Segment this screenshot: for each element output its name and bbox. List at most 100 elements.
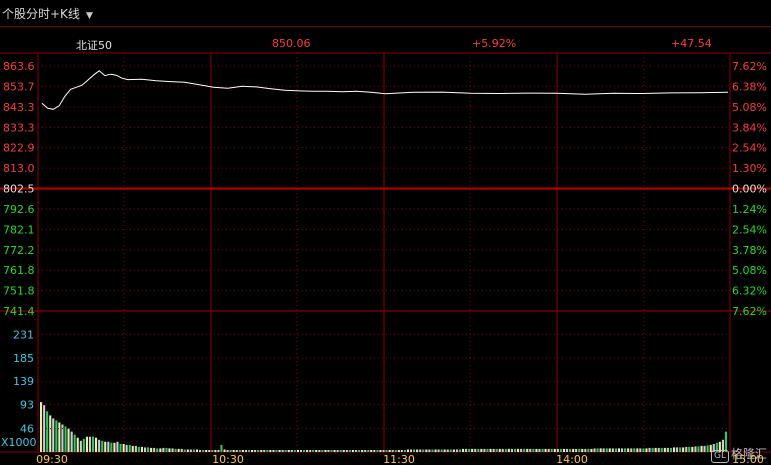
volume-bar — [137, 446, 140, 452]
volume-bar — [306, 450, 309, 452]
volume-bar — [660, 447, 663, 452]
volume-bar — [211, 450, 214, 452]
volume-bar — [195, 449, 198, 452]
volume-bar — [385, 450, 388, 452]
price-tick-label: 833.3 — [3, 121, 35, 134]
volume-bar — [333, 450, 336, 452]
percent-axis-right: 7.62% 6.38% 5.08% 3.84% 2.54% 1.30% 0.00% 1.24%… — [732, 60, 767, 318]
volume-bar — [189, 449, 192, 452]
volume-bar — [462, 448, 465, 452]
volume-bar — [669, 447, 672, 452]
volume-bar — [642, 448, 645, 452]
volume-bar — [575, 448, 578, 452]
volume-bar — [605, 448, 608, 452]
volume-bar — [663, 447, 666, 452]
price-tick-label: 782.1 — [3, 223, 35, 236]
volume-bar — [413, 449, 416, 452]
volume-bar — [43, 405, 46, 452]
volume-bar — [321, 450, 324, 452]
volume-bar — [159, 448, 162, 452]
volume-bar — [529, 448, 532, 452]
volume-bar — [645, 448, 648, 452]
volume-bar — [348, 450, 351, 452]
volume-bar — [706, 445, 709, 452]
volume-bar — [617, 448, 620, 452]
volume-bar — [553, 448, 556, 452]
volume-bar — [367, 450, 370, 452]
volume-bar — [79, 440, 82, 452]
volume-bar — [247, 450, 250, 452]
volume-bar — [324, 450, 327, 452]
time-axis: 09:30 10:30 11:30 14:00 15:00 — [36, 453, 764, 465]
volume-bar — [685, 446, 688, 452]
volume-bar — [244, 450, 247, 452]
volume-bar — [556, 448, 559, 452]
volume-bar — [122, 443, 125, 452]
volume-bar — [223, 449, 226, 452]
volume-bar — [584, 448, 587, 452]
volume-bar — [92, 436, 95, 452]
volume-bar — [510, 448, 513, 452]
price-tick-label: 853.7 — [3, 80, 35, 93]
time-tick-label: 10:30 — [212, 453, 244, 465]
volume-bar — [58, 422, 61, 452]
volume-tick-label: 46 — [20, 423, 34, 436]
volume-bar — [440, 449, 443, 452]
volume-bar — [327, 450, 330, 452]
volume-bar — [144, 447, 147, 452]
percent-tick-label: 6.32% — [732, 285, 767, 298]
volume-bar — [501, 448, 504, 452]
percent-tick-label: 1.24% — [732, 203, 767, 216]
volume-bar — [437, 449, 440, 452]
price-tick-label: 761.8 — [3, 264, 35, 277]
volume-bar — [419, 449, 422, 452]
price-tick-label: 863.6 — [3, 60, 35, 73]
volume-bar — [474, 448, 477, 452]
volume-bar — [205, 450, 208, 452]
volume-bar — [119, 443, 122, 452]
volume-bar — [251, 450, 254, 452]
percent-tick-label: 6.38% — [732, 80, 767, 93]
volume-bar — [599, 448, 602, 452]
intraday-chart[interactable]: 863.6 853.7 843.3 833.3 822.9 813.0 802.5 792.6… — [0, 0, 771, 465]
volume-bar — [624, 448, 627, 452]
volume-bar — [492, 448, 495, 452]
volume-bar — [410, 449, 413, 452]
volume-bar — [477, 448, 480, 452]
volume-bar — [691, 446, 694, 452]
volume-bar — [153, 447, 156, 452]
volume-bar — [171, 448, 174, 452]
volume-bar — [208, 450, 211, 452]
volume-bar — [82, 438, 85, 452]
volume-bar — [673, 447, 676, 452]
volume-bar — [376, 450, 379, 452]
volume-bar — [238, 450, 241, 452]
volume-bar — [361, 450, 364, 452]
volume-bar — [547, 448, 550, 452]
price-tick-label: 843.3 — [3, 101, 35, 114]
volume-bar — [315, 450, 318, 452]
volume-bar — [400, 450, 403, 452]
volume-bar — [593, 448, 596, 452]
volume-bar — [602, 448, 605, 452]
volume-bar — [486, 448, 489, 452]
volume-bar — [257, 450, 260, 452]
volume-bar — [272, 450, 275, 452]
volume-bar — [520, 448, 523, 452]
volume-axis: 231 185 139 93 46X1000 — [1, 328, 730, 449]
volume-bar — [183, 449, 186, 452]
volume-bar — [639, 448, 642, 452]
volume-bar — [458, 449, 461, 452]
volume-bar — [336, 450, 339, 452]
volume-bar — [682, 447, 685, 452]
volume-bar — [559, 448, 562, 452]
volume-bar — [303, 450, 306, 452]
price-tick-label: 813.0 — [3, 162, 35, 175]
volume-bar — [578, 448, 581, 452]
volume-bar — [535, 448, 538, 452]
volume-bar — [382, 450, 385, 452]
volume-bar — [266, 450, 269, 452]
price-tick-label: 741.4 — [3, 305, 35, 318]
watermark: GL 格隆汇 — [710, 445, 767, 463]
volume-bar — [140, 446, 143, 452]
